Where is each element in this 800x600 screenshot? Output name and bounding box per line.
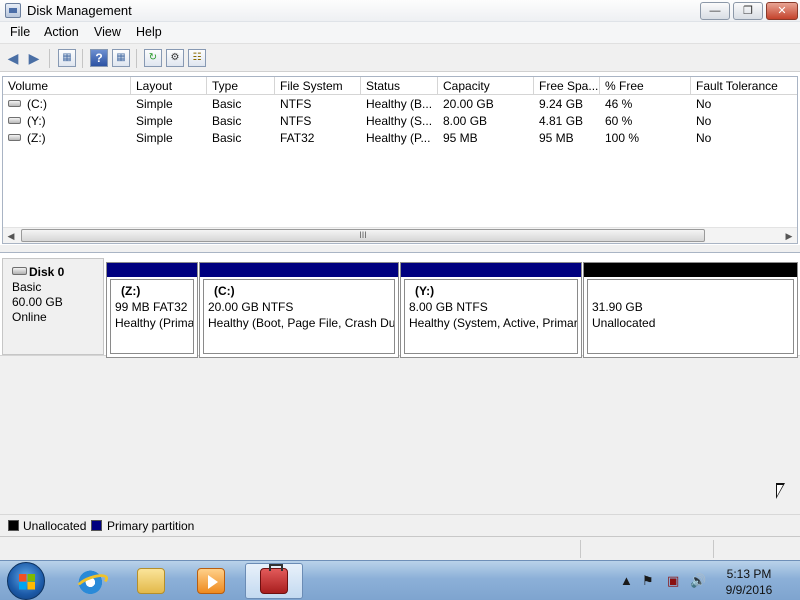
clock-time: 5:13 PM xyxy=(726,567,772,581)
taskbar-internet-explorer[interactable] xyxy=(60,563,118,599)
taskbar-media-player[interactable] xyxy=(182,563,240,599)
action-center-flag-icon[interactable]: ⚑ xyxy=(642,573,654,589)
column-file-system[interactable]: File System xyxy=(275,77,361,95)
scroll-thumb[interactable]: III xyxy=(21,229,705,242)
disk-management-icon xyxy=(5,3,21,18)
console-tree-icon[interactable]: ▦ xyxy=(58,49,76,67)
network-icon[interactable]: ▣ xyxy=(667,573,679,589)
drive-icon xyxy=(8,100,21,107)
taskbar: ▲ ⚑ ▣ 🔊 5:13 PM 9/9/2016 xyxy=(0,560,800,600)
table-row[interactable]: (Y:) Simple Basic NTFS Healthy (S... 8.0… xyxy=(3,113,797,130)
legend: Unallocated Primary partition xyxy=(0,514,800,536)
clock[interactable]: 5:13 PM 9/9/2016 xyxy=(705,566,793,598)
disk-icon xyxy=(12,267,27,275)
show-hidden-icons-icon[interactable]: ▲ xyxy=(620,573,633,588)
settings-icon[interactable]: ☷ xyxy=(188,49,206,67)
close-button[interactable]: ✕ xyxy=(766,2,798,20)
disk-name: Disk 0 xyxy=(29,265,65,279)
partition-bar xyxy=(107,263,197,277)
legend-label-unallocated: Unallocated xyxy=(23,519,87,533)
pane-splitter[interactable] xyxy=(0,245,800,252)
scroll-right-icon[interactable]: ▶ xyxy=(781,228,797,244)
partition-bar xyxy=(584,263,797,277)
column-fault-tolerance[interactable]: Fault Tolerance xyxy=(691,77,797,95)
column-percent-free[interactable]: % Free xyxy=(600,77,691,95)
volume-icon[interactable]: 🔊 xyxy=(690,573,706,589)
disk-type: Basic xyxy=(12,280,42,294)
internet-explorer-icon xyxy=(75,568,103,594)
refresh-icon[interactable]: ↻ xyxy=(144,49,162,67)
column-layout[interactable]: Layout xyxy=(131,77,207,95)
disk-state: Online xyxy=(12,310,47,324)
taskbar-windows-explorer[interactable] xyxy=(122,563,180,599)
drive-icon xyxy=(8,117,21,124)
menu-action[interactable]: Action xyxy=(44,25,79,39)
legend-swatch-unallocated xyxy=(8,520,19,531)
status-bar xyxy=(0,536,800,560)
partition-bar xyxy=(200,263,398,277)
mouse-cursor-icon xyxy=(776,483,785,499)
drive-icon xyxy=(8,134,21,141)
legend-swatch-primary xyxy=(91,520,102,531)
partition-bar xyxy=(401,263,581,277)
windows-explorer-icon xyxy=(137,568,165,594)
volume-list-header: Volume Layout Type File System Status Ca… xyxy=(3,77,797,95)
menu-view[interactable]: View xyxy=(94,25,121,39)
taskbar-computer-management[interactable] xyxy=(245,563,303,599)
horizontal-scrollbar[interactable]: ◀ III ▶ xyxy=(3,227,797,243)
rescan-icon[interactable]: ⚙ xyxy=(166,49,184,67)
partition-unallocated[interactable]: 31.90 GB Unallocated xyxy=(583,262,798,358)
minimize-button[interactable]: — xyxy=(700,2,730,20)
partition-c[interactable]: (C:) 20.00 GB NTFS Healthy (Boot, Page F… xyxy=(199,262,399,358)
column-capacity[interactable]: Capacity xyxy=(438,77,534,95)
disk-0-info[interactable]: Disk 0 Basic 60.00 GB Online xyxy=(2,258,104,355)
media-player-icon xyxy=(197,568,225,594)
column-type[interactable]: Type xyxy=(207,77,275,95)
back-arrow-icon[interactable]: ◀ xyxy=(4,49,22,67)
table-row[interactable]: (C:) Simple Basic NTFS Healthy (B... 20.… xyxy=(3,96,797,113)
column-status[interactable]: Status xyxy=(361,77,438,95)
partition-y[interactable]: (Y:) 8.00 GB NTFS Healthy (System, Activ… xyxy=(400,262,582,358)
partition-z[interactable]: (Z:) 99 MB FAT32 Healthy (Prima xyxy=(106,262,198,358)
title-bar[interactable]: Disk Management — ❐ ✕ xyxy=(0,0,800,22)
properties-icon[interactable]: ▦ xyxy=(112,49,130,67)
menu-file[interactable]: File xyxy=(10,25,30,39)
volume-list[interactable]: Volume Layout Type File System Status Ca… xyxy=(2,76,798,244)
maximize-button[interactable]: ❐ xyxy=(733,2,763,20)
forward-arrow-icon[interactable]: ▶ xyxy=(25,49,43,67)
computer-management-icon xyxy=(260,564,288,594)
disk-size: 60.00 GB xyxy=(12,295,63,309)
disk-graphical-view: Disk 0 Basic 60.00 GB Online (Z:) 99 MB … xyxy=(0,252,800,515)
column-free-space[interactable]: Free Spa... xyxy=(534,77,600,95)
table-row[interactable]: (Z:) Simple Basic FAT32 Healthy (P... 95… xyxy=(3,130,797,147)
column-volume[interactable]: Volume xyxy=(3,77,131,95)
help-icon[interactable]: ? xyxy=(90,49,108,67)
menu-help[interactable]: Help xyxy=(136,25,162,39)
clock-date: 9/9/2016 xyxy=(725,583,773,597)
empty-area xyxy=(0,355,800,515)
window-title: Disk Management xyxy=(27,3,132,18)
toolbar: ◀ ▶ ▦ ? ▦ ↻ ⚙ ☷ xyxy=(0,43,800,72)
legend-label-primary: Primary partition xyxy=(107,519,195,533)
menu-bar: File Action View Help xyxy=(0,22,800,43)
start-button[interactable] xyxy=(7,562,45,600)
scroll-left-icon[interactable]: ◀ xyxy=(3,228,19,244)
